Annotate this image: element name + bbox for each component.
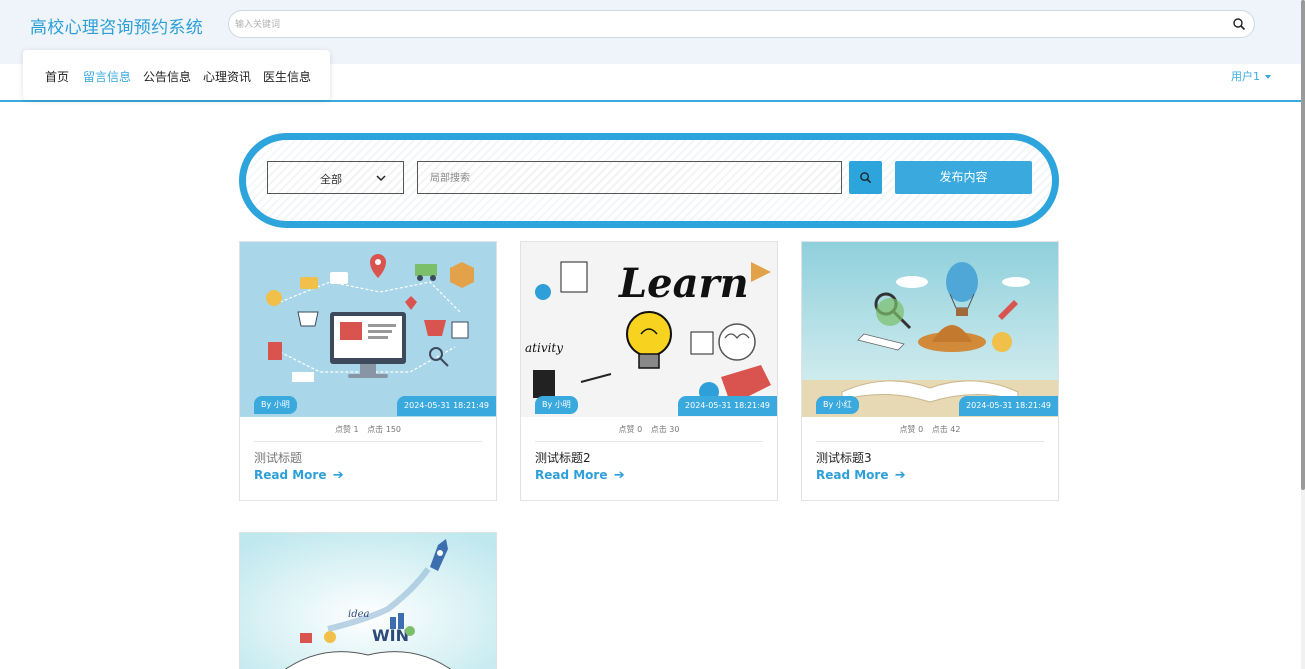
- likes-count: 点赞 0: [899, 425, 924, 434]
- svg-text:ativity: ativity: [525, 341, 563, 355]
- likes-count: 点赞 0: [618, 425, 643, 434]
- page-scrollbar[interactable]: [1301, 0, 1305, 669]
- user-menu[interactable]: 用户1: [1231, 68, 1271, 84]
- local-search-input[interactable]: [430, 170, 830, 186]
- card-image-book-travel[interactable]: [802, 242, 1058, 417]
- local-search-box[interactable]: [417, 161, 842, 194]
- chevron-down-icon: [376, 175, 386, 182]
- read-more-label: Read More: [816, 468, 889, 482]
- nav-item-doctors[interactable]: 医生信息: [263, 68, 311, 85]
- post-card[interactable]: WIN idea: [239, 532, 497, 669]
- global-search-box[interactable]: [228, 10, 1255, 38]
- author-badge: By 小明: [254, 396, 297, 414]
- scrollbar-thumb[interactable]: [1301, 0, 1305, 490]
- card-image-learn[interactable]: Learn ativity: [521, 242, 777, 417]
- time-badge: 2024-05-31 18:21:49: [678, 396, 777, 416]
- svg-text:Learn: Learn: [618, 260, 749, 307]
- post-card[interactable]: By 小明 2024-05-31 18:21:49 点赞 1 点击 150 测试…: [239, 241, 497, 501]
- author-badge: By 小红: [816, 396, 859, 414]
- clicks-count: 点击 42: [931, 425, 961, 434]
- clicks-count: 点击 150: [367, 425, 401, 434]
- read-more-label: Read More: [535, 468, 608, 482]
- card-title[interactable]: 测试标题2: [535, 449, 591, 466]
- caret-down-icon: [1265, 75, 1271, 79]
- nav-item-home[interactable]: 首页: [45, 68, 69, 85]
- read-more-link[interactable]: Read More ➔: [254, 468, 344, 483]
- category-select[interactable]: 全部: [267, 161, 404, 194]
- publish-button[interactable]: 发布内容: [895, 161, 1032, 194]
- read-more-link[interactable]: Read More ➔: [535, 468, 625, 483]
- card-image-rocket-win[interactable]: WIN idea: [240, 533, 496, 669]
- category-selected-value: 全部: [320, 173, 342, 186]
- clicks-count: 点击 30: [650, 425, 680, 434]
- card-image-ecommerce[interactable]: [240, 242, 496, 417]
- post-card[interactable]: Learn ativity By 小明 2024-05-31 18:21:49 …: [520, 241, 778, 501]
- nav-item-messages[interactable]: 留言信息: [83, 68, 131, 85]
- search-icon: [860, 172, 872, 184]
- divider: [816, 441, 1044, 442]
- divider: [535, 441, 763, 442]
- time-badge: 2024-05-31 18:21:49: [397, 396, 496, 416]
- card-title[interactable]: 测试标题: [254, 449, 302, 466]
- nav-item-announcements[interactable]: 公告信息: [143, 68, 191, 85]
- read-more-link[interactable]: Read More ➔: [816, 468, 906, 483]
- time-badge: 2024-05-31 18:21:49: [959, 396, 1058, 416]
- card-stats: 点赞 1 点击 150: [240, 424, 496, 435]
- site-title[interactable]: 高校心理咨询预约系统: [30, 13, 203, 38]
- read-more-label: Read More: [254, 468, 327, 482]
- arrow-right-icon: ➔: [613, 468, 625, 483]
- author-badge: By 小明: [535, 396, 578, 414]
- card-stats: 点赞 0 点击 30: [521, 424, 777, 435]
- likes-count: 点赞 1: [335, 425, 359, 434]
- global-search-input[interactable]: [235, 15, 1215, 35]
- arrow-right-icon: ➔: [894, 468, 906, 483]
- post-card[interactable]: By 小红 2024-05-31 18:21:49 点赞 0 点击 42 测试标…: [801, 241, 1059, 501]
- card-title[interactable]: 测试标题3: [816, 449, 872, 466]
- divider: [254, 441, 482, 442]
- svg-text:idea: idea: [348, 609, 370, 620]
- arrow-right-icon: ➔: [332, 468, 344, 483]
- search-button[interactable]: [849, 161, 882, 194]
- nav-item-psych-news[interactable]: 心理资讯: [203, 68, 251, 85]
- user-name: 用户1: [1231, 70, 1260, 83]
- card-stats: 点赞 0 点击 42: [802, 424, 1058, 435]
- main-nav: 首页 留言信息 公告信息 心理资讯 医生信息: [23, 50, 330, 100]
- search-icon[interactable]: [1232, 17, 1246, 31]
